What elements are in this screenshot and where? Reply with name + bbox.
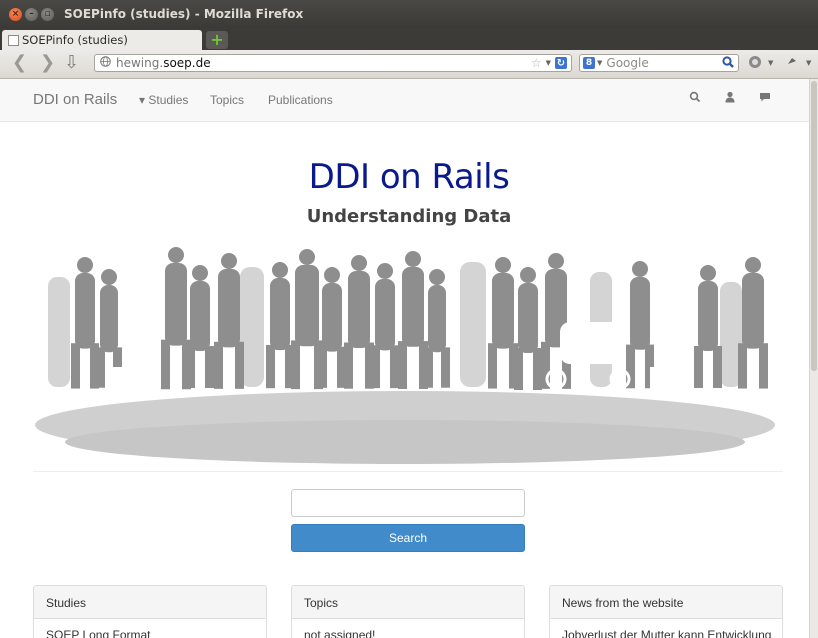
- hero-title: DDI on Rails: [308, 157, 510, 197]
- forward-arrow-icon[interactable]: ❯: [40, 53, 55, 73]
- tab-label: SOEPinfo (studies): [22, 33, 128, 47]
- panel-title: Studies: [34, 586, 266, 619]
- nav-publications-link[interactable]: Publications: [268, 93, 333, 107]
- search-engine-dropdown-icon[interactable]: ▼: [597, 59, 602, 67]
- page-favicon-icon: [8, 34, 19, 46]
- site-search-button[interactable]: Search: [291, 524, 525, 552]
- back-arrow-icon[interactable]: ❮: [12, 53, 27, 73]
- window-minimize-button[interactable]: –: [25, 8, 38, 21]
- nav-topics-link[interactable]: Topics: [210, 93, 244, 107]
- url-prefix: hewing.: [116, 56, 164, 70]
- news-panel: News from the website Jobverlust der Mut…: [549, 585, 783, 638]
- new-tab-button[interactable]: +: [206, 31, 228, 49]
- menu-dropdown-icon[interactable]: ▼: [806, 59, 811, 67]
- url-text: hewing.soep.de: [116, 56, 211, 70]
- page-scrollbar[interactable]: [809, 79, 818, 638]
- addon-dropdown-icon[interactable]: ▼: [768, 59, 773, 67]
- hero-subtitle: Understanding Data: [306, 206, 512, 227]
- window-title: SOEPinfo (studies) - Mozilla Firefox: [64, 7, 304, 21]
- search-engine-icon[interactable]: 8: [583, 57, 595, 69]
- browser-tab[interactable]: SOEPinfo (studies): [2, 30, 202, 50]
- url-domain: soep.de: [163, 56, 211, 70]
- nav-studies-link[interactable]: ▾ Studies: [139, 93, 188, 107]
- scrollbar-thumb[interactable]: [811, 81, 817, 371]
- window-close-button[interactable]: ×: [9, 8, 22, 21]
- globe-icon: [100, 56, 112, 70]
- navigation-toolbar: ❮ ❯ ⇩ hewing.soep.de ☆ ▼ ↻ 8 ▼ Google ▼ …: [0, 50, 818, 79]
- site-brand-link[interactable]: DDI on Rails: [33, 91, 117, 108]
- panel-list-item[interactable]: not assigned!: [292, 619, 524, 638]
- studies-panel: Studies SOEP Long Format: [33, 585, 267, 638]
- site-navbar: DDI on Rails ▾ Studies Topics Publicatio…: [0, 79, 810, 122]
- panel-title: News from the website: [550, 586, 782, 619]
- url-actions: ☆ ▼ ↻: [531, 55, 567, 71]
- download-icon[interactable]: ⇩: [64, 52, 79, 74]
- site-search-input[interactable]: [291, 489, 525, 517]
- panel-list-item[interactable]: SOEP Long Format: [34, 619, 266, 638]
- section-divider: [33, 471, 783, 472]
- reload-icon[interactable]: ↻: [555, 57, 567, 69]
- bookmark-star-icon[interactable]: ☆: [531, 56, 542, 70]
- panel-title: Topics: [292, 586, 524, 619]
- history-dropdown-icon[interactable]: ▼: [546, 59, 551, 67]
- search-go-icon[interactable]: [722, 56, 734, 71]
- window-maximize-button[interactable]: ▫: [41, 8, 54, 21]
- window-titlebar: × – ▫ SOEPinfo (studies) - Mozilla Firef…: [0, 0, 818, 28]
- topics-panel: Topics not assigned!: [291, 585, 525, 638]
- search-placeholder: Google: [606, 56, 649, 70]
- user-icon[interactable]: [724, 91, 736, 106]
- url-bar[interactable]: hewing.soep.de ☆ ▼ ↻: [94, 54, 572, 72]
- addon-icon[interactable]: [748, 55, 762, 72]
- page-viewport: DDI on Rails ▾ Studies Topics Publicatio…: [0, 79, 818, 638]
- search-bar[interactable]: 8 ▼ Google: [579, 54, 739, 72]
- crowd-illustration: [35, 247, 775, 464]
- tab-strip: SOEPinfo (studies) +: [0, 28, 818, 50]
- window-controls: × – ▫: [9, 8, 54, 21]
- search-icon[interactable]: [689, 91, 701, 106]
- comment-icon[interactable]: [759, 91, 771, 106]
- panel-list-item[interactable]: Jobverlust der Mutter kann Entwicklung: [550, 619, 782, 638]
- extension-icon[interactable]: [786, 55, 798, 70]
